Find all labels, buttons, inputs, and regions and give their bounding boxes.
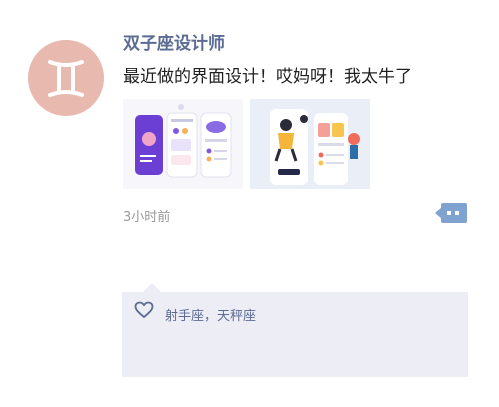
post-text: 最近做的界面设计！哎妈呀！我太牛了 xyxy=(123,67,412,87)
gemini-zodiac-icon xyxy=(48,60,84,97)
post-timestamp: 3小时前 xyxy=(123,210,171,225)
more-actions-button[interactable] xyxy=(433,201,467,225)
username[interactable]: 双子座设计师 xyxy=(123,29,225,54)
post-image-1[interactable] xyxy=(123,99,243,189)
heart-outline-icon[interactable] xyxy=(134,301,154,319)
comment-more-icon xyxy=(435,203,467,223)
avatar[interactable] xyxy=(28,40,104,116)
liked-by-names[interactable]: 射手座，天秤座 xyxy=(165,305,256,324)
likes-panel-arrow xyxy=(143,283,161,292)
post-image-2[interactable] xyxy=(250,99,370,189)
moment-post: 双子座设计师 最近做的界面设计！哎妈呀！我太牛了 3小时前 射手座，天秤座 xyxy=(0,0,499,407)
